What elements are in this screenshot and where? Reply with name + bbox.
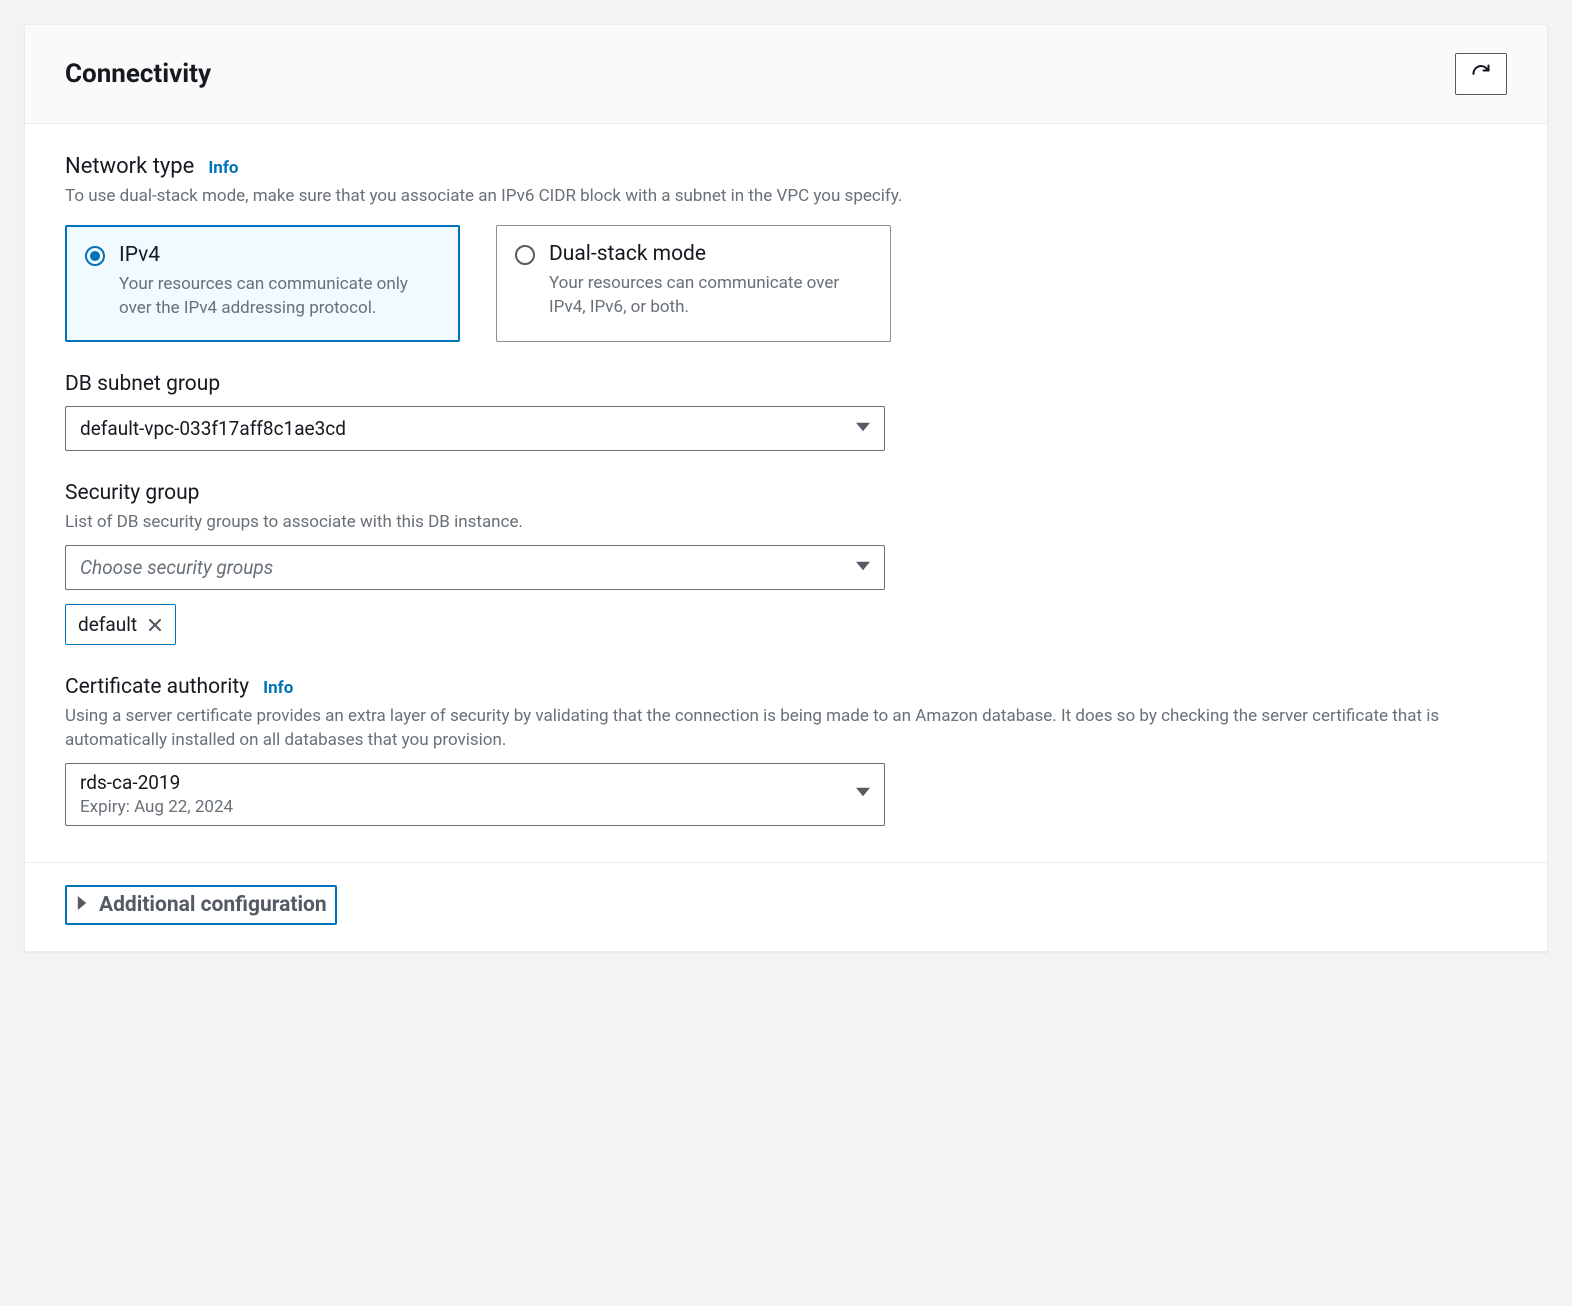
db-subnet-group-label: DB subnet group bbox=[65, 372, 1507, 396]
certificate-authority-label: Certificate authority bbox=[65, 675, 249, 699]
chevron-down-icon bbox=[856, 559, 870, 577]
panel-title: Connectivity bbox=[65, 59, 211, 89]
certificate-authority-desc: Using a server certificate provides an e… bbox=[65, 705, 1507, 753]
chevron-down-icon bbox=[856, 420, 870, 438]
select-value: default-vpc-033f17aff8c1ae3cd bbox=[80, 417, 346, 440]
option-title: IPv4 bbox=[119, 243, 440, 267]
security-group-select[interactable]: Choose security groups bbox=[65, 545, 885, 590]
network-type-options: IPv4 Your resources can communicate only… bbox=[65, 225, 1507, 343]
select-value: rds-ca-2019 bbox=[80, 772, 233, 795]
security-group-desc: List of DB security groups to associate … bbox=[65, 511, 1507, 535]
security-group-label: Security group bbox=[65, 481, 1507, 505]
radio-icon bbox=[515, 245, 535, 265]
security-group-section: Security group List of DB security group… bbox=[65, 481, 1507, 645]
expander-label: Additional configuration bbox=[99, 893, 327, 917]
option-title: Dual-stack mode bbox=[549, 242, 872, 266]
security-group-tokens: default bbox=[65, 604, 1507, 645]
token-remove-button[interactable] bbox=[147, 617, 163, 633]
connectivity-panel: Connectivity Network type Info To use du… bbox=[24, 24, 1548, 952]
panel-footer: Additional configuration bbox=[25, 862, 1547, 951]
db-subnet-group-select[interactable]: default-vpc-033f17aff8c1ae3cd bbox=[65, 406, 885, 451]
network-type-section: Network type Info To use dual-stack mode… bbox=[65, 154, 1507, 342]
chevron-down-icon bbox=[856, 785, 870, 803]
additional-configuration-expander[interactable]: Additional configuration bbox=[65, 885, 337, 925]
radio-icon bbox=[85, 246, 105, 266]
caret-right-icon bbox=[75, 896, 89, 914]
network-type-info-link[interactable]: Info bbox=[208, 158, 238, 178]
network-type-option-ipv4[interactable]: IPv4 Your resources can communicate only… bbox=[65, 225, 460, 343]
select-placeholder: Choose security groups bbox=[80, 556, 273, 579]
certificate-authority-select[interactable]: rds-ca-2019 Expiry: Aug 22, 2024 bbox=[65, 763, 885, 826]
option-desc: Your resources can communicate only over… bbox=[119, 273, 440, 321]
panel-header: Connectivity bbox=[25, 25, 1547, 124]
select-expiry: Expiry: Aug 22, 2024 bbox=[80, 797, 233, 817]
option-desc: Your resources can communicate over IPv4… bbox=[549, 272, 872, 320]
network-type-label: Network type bbox=[65, 154, 194, 179]
refresh-icon bbox=[1471, 63, 1491, 86]
panel-body: Network type Info To use dual-stack mode… bbox=[25, 124, 1547, 862]
refresh-button[interactable] bbox=[1455, 53, 1507, 95]
security-group-token-default: default bbox=[65, 604, 176, 645]
network-type-option-dualstack[interactable]: Dual-stack mode Your resources can commu… bbox=[496, 225, 891, 343]
token-label: default bbox=[78, 613, 137, 636]
db-subnet-group-section: DB subnet group default-vpc-033f17aff8c1… bbox=[65, 372, 1507, 451]
certificate-authority-section: Certificate authority Info Using a serve… bbox=[65, 675, 1507, 825]
network-type-desc: To use dual-stack mode, make sure that y… bbox=[65, 185, 1507, 209]
certificate-authority-info-link[interactable]: Info bbox=[263, 678, 293, 698]
